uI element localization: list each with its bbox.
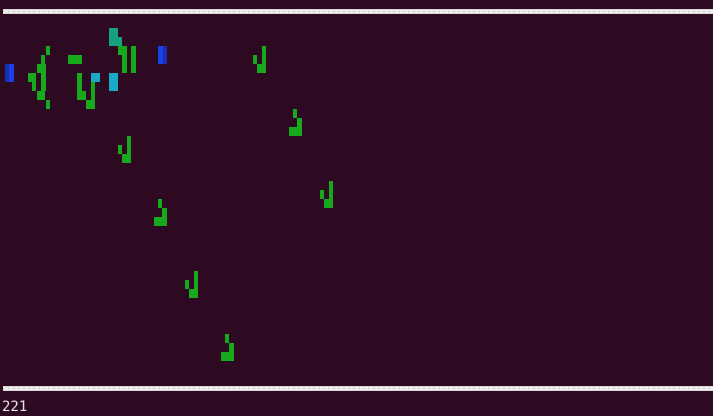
green-note-sprite — [122, 55, 127, 73]
green-note-sprite — [131, 46, 136, 73]
green-bracket-sprite — [46, 100, 50, 109]
cyan-block-sprite — [109, 73, 118, 91]
green-note-sprite — [289, 127, 302, 136]
green-note-sprite — [122, 154, 131, 163]
green-note-sprite — [225, 334, 229, 343]
cyan-block-sprite — [91, 73, 100, 82]
green-note-sprite — [257, 64, 266, 73]
green-bracket-sprite — [41, 55, 45, 64]
green-note-sprite — [320, 190, 324, 199]
green-bracket-sprite — [32, 82, 36, 91]
green-note-sprite — [77, 73, 82, 100]
green-note-sprite — [118, 46, 127, 55]
green-note-sprite — [127, 136, 131, 155]
green-note-sprite — [189, 289, 198, 298]
green-note-sprite — [293, 109, 297, 118]
score-counter: 221 — [2, 399, 28, 415]
green-note-sprite — [253, 55, 257, 64]
green-bracket-sprite — [41, 64, 46, 91]
playfield — [0, 0, 713, 416]
blue-block-sprite — [163, 46, 167, 64]
green-bracket-sprite — [28, 73, 32, 82]
teal-block-sprite — [118, 37, 122, 46]
green-note-sprite — [324, 199, 333, 208]
green-note-sprite — [118, 145, 122, 154]
green-note-sprite — [229, 343, 234, 352]
teal-block-sprite — [109, 28, 118, 46]
blue-block-sprite — [9, 64, 14, 82]
green-bracket-sprite — [41, 91, 45, 100]
green-note-sprite — [194, 271, 198, 290]
green-note-sprite — [158, 199, 162, 208]
green-bracket-sprite — [32, 73, 36, 82]
green-note-sprite — [185, 280, 189, 289]
green-note-sprite — [262, 46, 266, 65]
green-note-sprite — [86, 100, 95, 109]
green-bracket-sprite — [46, 46, 50, 55]
green-note-sprite — [221, 352, 234, 361]
green-note-sprite — [297, 118, 302, 127]
green-note-sprite — [329, 181, 333, 200]
green-note-sprite — [91, 82, 95, 101]
green-note-sprite — [68, 55, 82, 64]
bottom-wall — [3, 386, 713, 391]
green-note-sprite — [154, 217, 167, 226]
green-note-sprite — [82, 91, 86, 100]
green-note-sprite — [162, 208, 167, 217]
